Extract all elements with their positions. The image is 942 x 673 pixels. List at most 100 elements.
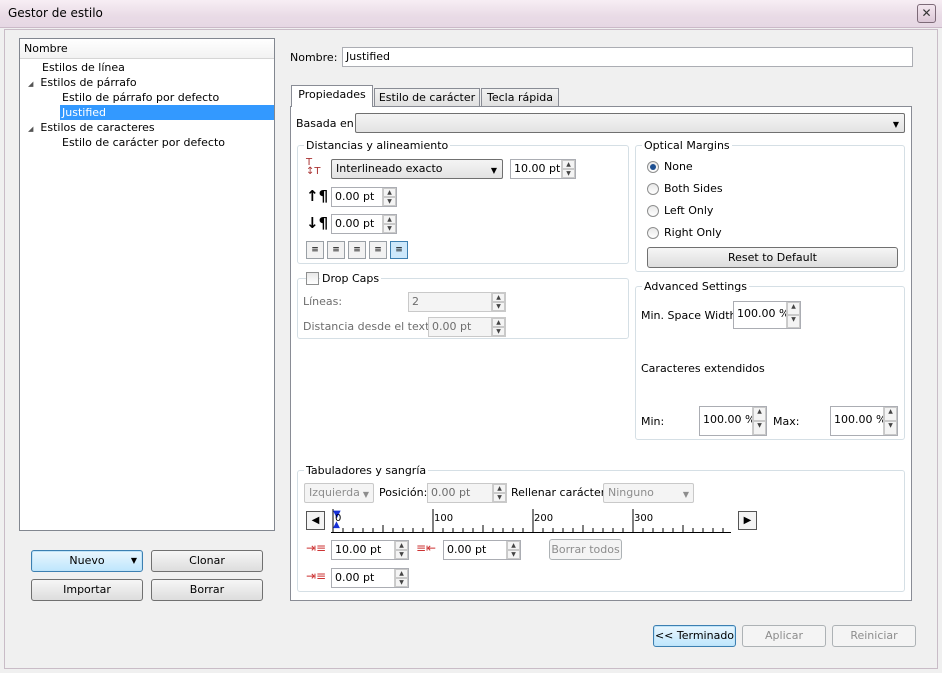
space-above-stepper[interactable]: ▲ ▼: [382, 188, 396, 206]
spin-down-icon[interactable]: ▼: [395, 550, 408, 559]
spin-down-icon[interactable]: ▼: [753, 421, 766, 435]
ext-max-input[interactable]: 100.00 % ▲ ▼: [830, 406, 898, 436]
spin-up-icon[interactable]: ▲: [787, 302, 800, 315]
tree-item-default-character[interactable]: Estilo de carácter por defecto: [20, 135, 274, 150]
drop-caps-distance-stepper[interactable]: ▲ ▼: [491, 318, 505, 336]
align-center-icon[interactable]: ≡: [327, 241, 345, 259]
align-justified-icon[interactable]: ≡: [390, 241, 408, 259]
based-on-dropdown[interactable]: ▼: [355, 113, 905, 133]
ext-max-value: 100.00 %: [834, 413, 887, 426]
spin-up-icon[interactable]: ▲: [493, 484, 506, 493]
space-above-input[interactable]: 0.00 pt ▲ ▼: [331, 187, 397, 207]
optical-right-radio[interactable]: [647, 227, 659, 239]
tree-item-paragraph-styles[interactable]: ◢ Estilos de párrafo: [20, 75, 274, 90]
tab-character-style[interactable]: Estilo de carácter: [374, 88, 480, 107]
ext-max-stepper[interactable]: ▲ ▼: [883, 407, 897, 435]
optical-none-radio[interactable]: [647, 161, 659, 173]
first-line-indent-stepper[interactable]: ▲ ▼: [394, 541, 408, 559]
space-below-stepper[interactable]: ▲ ▼: [382, 215, 396, 233]
new-button[interactable]: Nuevo ▼: [31, 550, 143, 572]
spin-down-icon[interactable]: ▼: [493, 493, 506, 502]
apply-button[interactable]: Aplicar: [742, 625, 826, 647]
drop-caps-checkbox[interactable]: [306, 272, 319, 285]
tree-item-label: Justified: [60, 105, 274, 120]
ruler-scroll-left-icon[interactable]: ◀: [306, 511, 325, 530]
spin-down-icon[interactable]: ▼: [787, 315, 800, 328]
min-space-input[interactable]: 100.00 % ▲ ▼: [733, 301, 801, 329]
align-block-icon[interactable]: ≡: [369, 241, 387, 259]
optical-left-radio[interactable]: [647, 205, 659, 217]
tab-properties[interactable]: Propiedades: [291, 85, 373, 107]
tree-item-default-paragraph[interactable]: Estilo de párrafo por defecto: [20, 90, 274, 105]
spin-down-icon[interactable]: ▼: [562, 169, 575, 178]
right-indent-stepper[interactable]: ▲ ▼: [506, 541, 520, 559]
clear-all-tabs-button[interactable]: Borrar todos: [549, 539, 622, 560]
reset-to-default-button[interactable]: Reset to Default: [647, 247, 898, 268]
spin-up-icon[interactable]: ▲: [492, 318, 505, 327]
right-indent-input[interactable]: 0.00 pt ▲ ▼: [443, 540, 521, 560]
tab-ruler[interactable]: ▼ ▲ 0 100 200 300: [331, 509, 731, 533]
ruler-scroll-right-icon[interactable]: ▶: [738, 511, 757, 530]
drop-caps-group: Drop Caps Líneas: 2 ▲ ▼ Distancia desde el…: [297, 272, 629, 339]
line-spacing-mode-dropdown[interactable]: Interlineado exacto ▼: [331, 159, 503, 179]
spin-up-icon[interactable]: ▲: [884, 407, 897, 421]
spin-down-icon[interactable]: ▼: [492, 302, 505, 311]
done-button[interactable]: << Terminado: [653, 625, 736, 647]
spin-up-icon[interactable]: ▲: [383, 188, 396, 197]
optical-both-radio[interactable]: [647, 183, 659, 195]
drop-caps-lines-input[interactable]: 2 ▲ ▼: [408, 292, 506, 312]
ruler-label-100: 100: [434, 513, 454, 524]
spacing-group: Distancias y alineamiento T ↕T Interlinea…: [297, 139, 629, 264]
spin-up-icon[interactable]: ▲: [753, 407, 766, 421]
tree-item-justified[interactable]: Justified: [20, 105, 274, 120]
tree-header[interactable]: Nombre: [20, 39, 274, 59]
spin-down-icon[interactable]: ▼: [884, 421, 897, 435]
drop-caps-distance-input[interactable]: 0.00 pt ▲ ▼: [428, 317, 506, 337]
spin-down-icon[interactable]: ▼: [383, 197, 396, 206]
left-indent-input[interactable]: 0.00 pt ▲ ▼: [331, 568, 409, 588]
tree-item-label: Estilos de párrafo: [40, 76, 137, 89]
spin-down-icon[interactable]: ▼: [492, 327, 505, 336]
line-spacing-input[interactable]: 10.00 pt ▲ ▼: [510, 159, 576, 179]
line-spacing-icon: T ↕T: [306, 157, 321, 177]
reset-button[interactable]: Reiniciar: [832, 625, 916, 647]
min-space-stepper[interactable]: ▲ ▼: [786, 302, 800, 328]
name-input[interactable]: Justified: [342, 47, 913, 67]
spin-down-icon[interactable]: ▼: [507, 550, 520, 559]
spin-up-icon[interactable]: ▲: [395, 569, 408, 578]
spin-up-icon[interactable]: ▲: [395, 541, 408, 550]
spin-up-icon[interactable]: ▲: [383, 215, 396, 224]
style-tree[interactable]: Nombre Estilos de línea ◢ Estilos de pár…: [19, 38, 275, 531]
space-below-input[interactable]: 0.00 pt ▲ ▼: [331, 214, 397, 234]
expand-triangle-icon[interactable]: ◢: [28, 125, 33, 133]
spin-up-icon[interactable]: ▲: [562, 160, 575, 169]
spin-up-icon[interactable]: ▲: [507, 541, 520, 550]
line-spacing-stepper[interactable]: ▲ ▼: [561, 160, 575, 178]
min-space-label: Min. Space Width:: [641, 309, 741, 322]
ext-min-label: Min:: [641, 415, 665, 428]
delete-button[interactable]: Borrar: [151, 579, 263, 601]
tree-item-line-styles[interactable]: Estilos de línea: [20, 60, 274, 75]
optical-margins-group: Optical Margins None Both Sides Left Onl…: [635, 139, 905, 272]
left-indent-stepper[interactable]: ▲ ▼: [394, 569, 408, 587]
ext-min-stepper[interactable]: ▲ ▼: [752, 407, 766, 435]
spin-up-icon[interactable]: ▲: [492, 293, 505, 302]
spin-down-icon[interactable]: ▼: [383, 224, 396, 233]
tab-shortcut[interactable]: Tecla rápida: [481, 88, 559, 107]
tab-align-dropdown[interactable]: Izquierda ▼: [304, 483, 374, 503]
clone-button[interactable]: Clonar: [151, 550, 263, 572]
first-line-indent-input[interactable]: 10.00 pt ▲ ▼: [331, 540, 409, 560]
fill-char-dropdown[interactable]: Ninguno ▼: [603, 483, 694, 503]
ext-min-input[interactable]: 100.00 % ▲ ▼: [699, 406, 767, 436]
align-left-icon[interactable]: ≡: [306, 241, 324, 259]
spin-down-icon[interactable]: ▼: [395, 578, 408, 587]
tree-item-character-styles[interactable]: ◢ Estilos de caracteres: [20, 120, 274, 135]
left-indent-value: 0.00 pt: [335, 571, 375, 584]
close-button[interactable]: ✕: [917, 4, 936, 23]
import-button[interactable]: Importar: [31, 579, 143, 601]
tab-position-input[interactable]: 0.00 pt ▲ ▼: [427, 483, 507, 503]
expand-triangle-icon[interactable]: ◢: [28, 80, 33, 88]
align-right-icon[interactable]: ≡: [348, 241, 366, 259]
drop-caps-lines-stepper[interactable]: ▲ ▼: [491, 293, 505, 311]
tab-position-stepper[interactable]: ▲ ▼: [492, 484, 506, 502]
